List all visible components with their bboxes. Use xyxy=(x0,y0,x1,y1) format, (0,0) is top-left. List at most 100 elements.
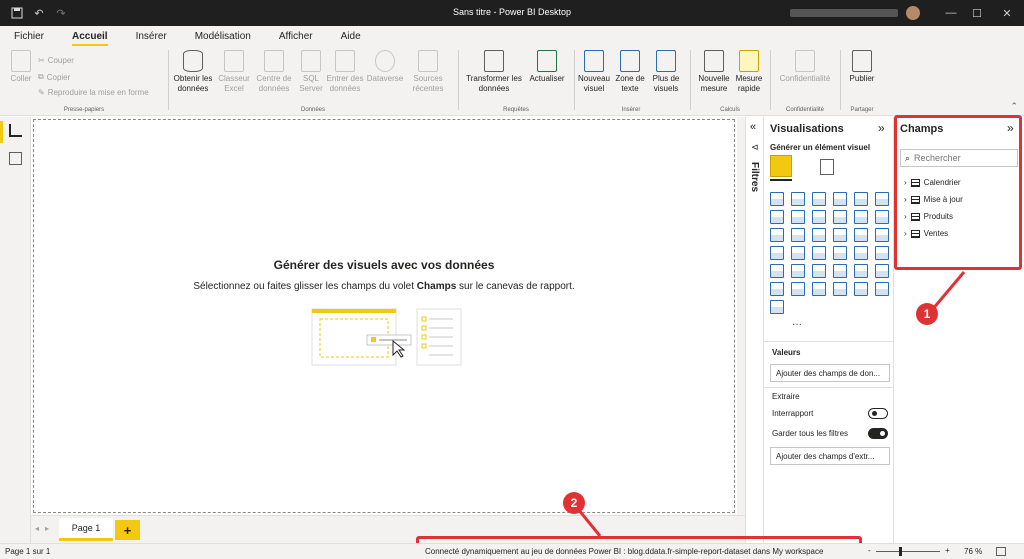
avatar[interactable] xyxy=(906,6,920,20)
insert-group-label: Insérer xyxy=(621,107,641,113)
visual-type-icon[interactable] xyxy=(791,192,805,206)
visual-type-icon[interactable] xyxy=(791,282,805,296)
text-box-button[interactable]: Zone de texte xyxy=(612,50,648,94)
visual-type-icon[interactable] xyxy=(812,246,826,260)
keep-filters-toggle[interactable] xyxy=(868,428,888,439)
menu-fichier[interactable]: Fichier xyxy=(0,31,58,46)
visual-type-icon[interactable] xyxy=(791,264,805,278)
visual-type-icon[interactable] xyxy=(854,264,868,278)
visual-type-icon[interactable] xyxy=(833,246,847,260)
filters-label: Filtres xyxy=(749,162,760,193)
page-tab-1[interactable]: Page 1 xyxy=(59,518,113,541)
visual-type-icon[interactable] xyxy=(833,192,847,206)
visual-type-icon[interactable] xyxy=(875,210,889,224)
visual-type-icon[interactable] xyxy=(770,210,784,224)
close-button[interactable]: ✕ xyxy=(992,0,1022,26)
sql-button[interactable]: SQL Server xyxy=(296,50,326,94)
queries-group-label: Requêtes xyxy=(503,107,529,113)
more-visuals-button[interactable]: Plus de visuels xyxy=(648,50,684,94)
visual-type-icon[interactable] xyxy=(812,192,826,206)
visual-type-icon[interactable] xyxy=(770,246,784,260)
menu-afficher[interactable]: Afficher xyxy=(265,31,327,46)
sensitivity-button[interactable]: Confidentialité xyxy=(774,50,836,84)
visual-type-icon[interactable] xyxy=(854,192,868,206)
visual-type-icon[interactable] xyxy=(791,228,805,242)
visual-type-icon[interactable] xyxy=(875,246,889,260)
visual-type-icon[interactable] xyxy=(812,264,826,278)
report-view-icon[interactable] xyxy=(9,124,22,137)
collapse-ribbon-icon[interactable]: ⌃ xyxy=(1010,101,1018,112)
visual-type-icon[interactable] xyxy=(875,192,889,206)
more-visuals-icon xyxy=(656,50,676,72)
enter-data-button[interactable]: Entrer des données xyxy=(326,50,364,94)
visual-type-icon[interactable] xyxy=(854,282,868,296)
account-name-blurred[interactable] xyxy=(790,9,898,17)
menu-inserer[interactable]: Insérer xyxy=(122,31,181,46)
visual-type-icon[interactable] xyxy=(833,228,847,242)
visual-type-icon[interactable] xyxy=(770,300,784,314)
refresh-button[interactable]: Actualiser xyxy=(526,50,568,84)
add-page-button[interactable]: + xyxy=(115,520,140,540)
format-painter-button[interactable]: ✎ Reproduire la mise en forme xyxy=(38,88,149,97)
visual-type-icon[interactable] xyxy=(812,228,826,242)
visual-type-icon[interactable] xyxy=(854,246,868,260)
maximize-button[interactable]: ☐ xyxy=(962,0,992,26)
dataverse-button[interactable]: Dataverse xyxy=(364,50,406,84)
visual-type-icon[interactable] xyxy=(812,210,826,224)
excel-button[interactable]: Classeur Excel xyxy=(216,50,252,94)
visual-type-icon[interactable] xyxy=(812,282,826,296)
fit-to-page-icon[interactable] xyxy=(996,547,1006,556)
zoom-in-button[interactable]: + xyxy=(945,546,950,555)
visual-type-icon[interactable] xyxy=(770,192,784,206)
canvas-page: Générer des visuels avec vos données Sél… xyxy=(33,119,735,513)
build-visual-tab[interactable] xyxy=(770,155,792,177)
get-data-button[interactable]: Obtenir les données xyxy=(172,50,214,94)
status-bar: Page 1 sur 1 Connecté dynamiquement au j… xyxy=(0,543,1024,559)
canvas-scrollbar[interactable] xyxy=(737,117,745,515)
cut-button[interactable]: ✂ Couper xyxy=(38,56,74,65)
data-view-icon[interactable] xyxy=(9,152,22,165)
publish-button[interactable]: Publier xyxy=(844,50,880,84)
recent-sources-button[interactable]: Sources récentes xyxy=(406,50,450,94)
next-page-arrow[interactable]: ▸ xyxy=(45,524,49,533)
format-visual-tab[interactable] xyxy=(820,159,834,175)
zoom-slider[interactable] xyxy=(876,551,940,552)
drill-drop-zone[interactable]: Ajouter des champs d'extr... xyxy=(770,447,890,465)
visual-type-icon[interactable] xyxy=(875,228,889,242)
data-hub-button[interactable]: Centre de données xyxy=(253,50,295,94)
paste-button[interactable]: Coller xyxy=(6,50,36,84)
visual-type-icon[interactable] xyxy=(854,228,868,242)
transform-label: Transformer les données xyxy=(466,74,522,93)
report-canvas[interactable]: Générer des visuels avec vos données Sél… xyxy=(31,117,737,515)
visual-type-icon[interactable] xyxy=(854,210,868,224)
filters-pane-collapsed[interactable]: « ⊲ Filtres xyxy=(745,117,764,543)
expand-filters-icon[interactable]: « xyxy=(750,121,756,133)
visual-type-icon[interactable] xyxy=(833,282,847,296)
copy-button[interactable]: ⧉ Copier xyxy=(38,72,70,82)
page-count: Page 1 sur 1 xyxy=(5,547,51,556)
zoom-out-button[interactable]: - xyxy=(868,546,871,555)
collapse-visualizations-icon[interactable]: » xyxy=(878,121,885,135)
visual-type-icon[interactable] xyxy=(833,264,847,278)
zoom-slider-thumb[interactable] xyxy=(899,547,902,556)
visual-type-icon[interactable] xyxy=(791,210,805,224)
visual-type-icon[interactable] xyxy=(875,282,889,296)
transform-data-button[interactable]: Transformer les données xyxy=(462,50,526,94)
sql-label: SQL Server xyxy=(299,74,323,93)
cross-report-toggle[interactable] xyxy=(868,408,888,419)
visual-type-icon[interactable] xyxy=(875,264,889,278)
values-drop-zone[interactable]: Ajouter des champs de don... xyxy=(770,364,890,382)
visual-type-icon[interactable] xyxy=(770,264,784,278)
new-visual-button[interactable]: Nouveau visuel xyxy=(576,50,612,94)
quick-measure-button[interactable]: Mesure rapide xyxy=(732,50,766,94)
visual-type-icon[interactable] xyxy=(770,282,784,296)
menu-aide[interactable]: Aide xyxy=(327,31,375,46)
visual-type-icon[interactable] xyxy=(791,246,805,260)
new-measure-button[interactable]: Nouvelle mesure xyxy=(694,50,734,94)
menu-accueil[interactable]: Accueil xyxy=(58,31,122,46)
more-visual-types[interactable]: ··· xyxy=(792,319,802,330)
visual-type-icon[interactable] xyxy=(770,228,784,242)
prev-page-arrow[interactable]: ◂ xyxy=(35,524,39,533)
menu-modelisation[interactable]: Modélisation xyxy=(181,31,265,46)
visual-type-icon[interactable] xyxy=(833,210,847,224)
